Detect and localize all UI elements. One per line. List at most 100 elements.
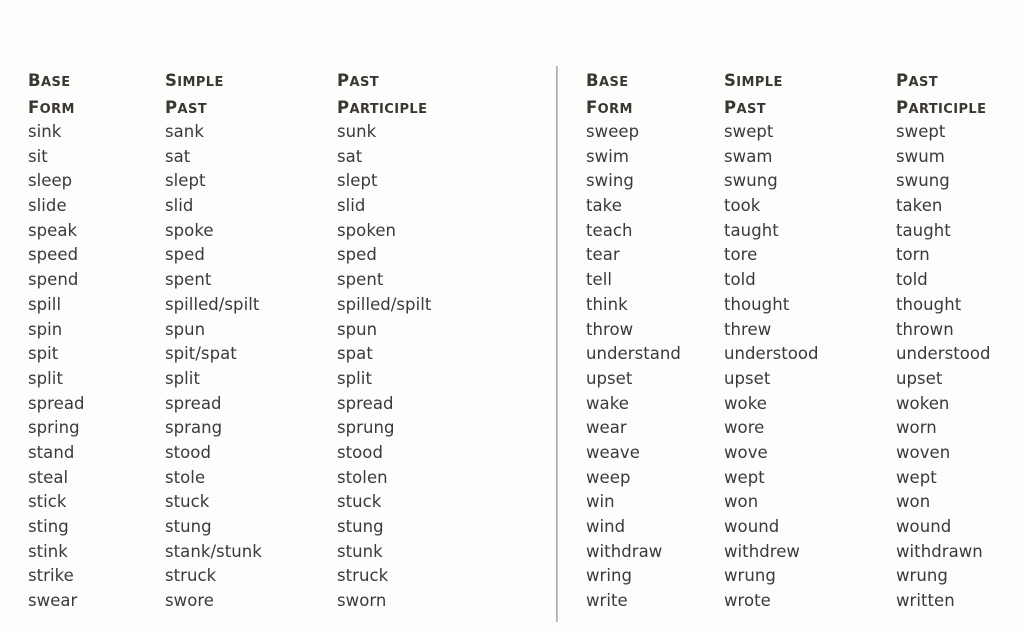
verb-rows-right: sweep swept swept swim swam swum swing swung swu… [586, 120, 1024, 614]
verb-base-form: wake [586, 393, 629, 413]
verb-simple-past: spread [165, 393, 222, 413]
table-row: weave wove woven [586, 441, 1024, 466]
verb-base-form: weep [586, 467, 631, 487]
verb-past-participle: swum [896, 146, 945, 166]
table-header-right: BASE FORM SIMPLE PAST PAST PARTICIPLE [586, 68, 1024, 120]
header-rest: ARTICIPLE [349, 102, 428, 117]
verb-simple-past: won [724, 492, 759, 512]
header-initial: P [724, 98, 737, 117]
verb-simple-past: swam [724, 146, 773, 166]
verb-base-form: speak [28, 220, 78, 240]
table-row: spring sprang sprung [28, 416, 528, 441]
verb-simple-past: took [724, 196, 761, 216]
irregular-verbs-page: BASE FORM SIMPLE PAST PAST PARTICIPLE si… [0, 0, 1024, 632]
table-row: spill spilled/spilt spilled/spilt [28, 293, 528, 318]
table-row: split split split [28, 367, 528, 392]
header-initial: F [28, 98, 40, 117]
table-row: wring wrung wrung [586, 564, 1024, 589]
verb-base-form: speed [28, 245, 79, 265]
verb-base-form: spin [28, 319, 63, 339]
verb-simple-past: stung [165, 517, 212, 536]
verb-past-participle: stolen [337, 467, 388, 487]
verb-base-form: swim [586, 146, 629, 166]
table-row: swim swam swum [586, 145, 1024, 170]
verb-past-participle: sat [337, 146, 363, 166]
verb-simple-past: tore [724, 245, 758, 265]
header-initial: P [896, 98, 909, 117]
verb-simple-past: swung [724, 171, 778, 191]
verb-past-participle: taught [896, 220, 951, 240]
verb-base-form: spit [28, 344, 59, 364]
verb-past-participle: slid [337, 196, 366, 216]
column-header-simple-past: SIMPLE PAST [165, 68, 224, 122]
verb-past-participle: spilled/spilt [337, 294, 432, 314]
header-initial: P [337, 71, 350, 90]
verb-simple-past: swept [724, 122, 774, 141]
verb-base-form: teach [586, 220, 633, 240]
header-rest: ARTICIPLE [908, 102, 987, 117]
verb-base-form: spill [28, 294, 62, 314]
table-row: speak spoke spoken [28, 219, 528, 244]
header-rest: AST [908, 75, 938, 90]
verb-simple-past: wept [724, 467, 765, 487]
verb-simple-past: split [165, 368, 200, 388]
verb-past-participle: wound [896, 517, 952, 536]
verb-past-participle: split [337, 368, 372, 388]
verb-past-participle: stunk [337, 541, 383, 561]
verb-past-participle: thought [896, 294, 962, 314]
column-header-base-form: BASE FORM [586, 68, 633, 122]
verb-base-form: wring [586, 566, 633, 586]
verb-past-participle: withdrawn [896, 541, 983, 561]
table-row: write wrote written [586, 589, 1024, 614]
table-row: win won won [586, 490, 1024, 515]
verb-past-participle: understood [896, 344, 991, 364]
verb-base-form: split [28, 368, 63, 388]
verb-simple-past: spilled/spilt [165, 294, 260, 314]
header-initial: S [724, 71, 737, 90]
column-divider [556, 66, 558, 622]
verb-simple-past: wrung [724, 566, 776, 586]
verb-past-participle: thrown [896, 319, 954, 339]
column-header-past-participle: PAST PARTICIPLE [337, 68, 427, 122]
verb-past-participle: wrung [896, 566, 948, 586]
header-rest: IMPLE [177, 75, 224, 90]
verb-simple-past: swore [165, 591, 215, 611]
verb-past-participle: wept [896, 467, 937, 487]
verb-base-form: sink [28, 122, 62, 141]
verb-base-form: think [586, 294, 628, 314]
table-row: sleep slept slept [28, 169, 528, 194]
table-row: understand understood understood [586, 342, 1024, 367]
verb-past-participle: spent [337, 270, 384, 290]
verb-past-participle: sworn [337, 591, 387, 611]
verb-simple-past: woke [724, 393, 767, 413]
verb-past-participle: upset [896, 368, 943, 388]
table-row: wind wound wound [586, 515, 1024, 540]
header-rest: ASE [40, 75, 71, 90]
header-rest: AST [736, 102, 766, 117]
table-row: sting stung stung [28, 515, 528, 540]
verb-past-participle: woven [896, 442, 951, 462]
verb-simple-past: understood [724, 344, 819, 364]
verb-past-participle: spun [337, 319, 378, 339]
header-initial: P [165, 98, 178, 117]
verb-base-form: sting [28, 517, 69, 536]
verb-simple-past: sprang [165, 418, 223, 438]
verb-base-form: weave [586, 442, 640, 462]
verb-base-form: spread [28, 393, 85, 413]
table-row: wear wore worn [586, 416, 1024, 441]
verb-base-form: stink [28, 541, 68, 561]
column-header-past-participle: PAST PARTICIPLE [896, 68, 986, 122]
header-rest: AST [349, 75, 379, 90]
verb-simple-past: wrote [724, 591, 771, 611]
table-row: steal stole stolen [28, 466, 528, 491]
verb-simple-past: told [724, 270, 756, 290]
verb-past-participle: torn [896, 245, 930, 265]
verb-past-participle: stood [337, 442, 383, 462]
verb-simple-past: struck [165, 566, 217, 586]
verb-base-form: sit [28, 146, 48, 166]
table-row: stick stuck stuck [28, 490, 528, 515]
verb-base-form: win [586, 492, 615, 512]
verb-past-participle: woken [896, 393, 950, 413]
verb-base-form: spring [28, 418, 80, 438]
verb-past-participle: worn [896, 418, 937, 438]
